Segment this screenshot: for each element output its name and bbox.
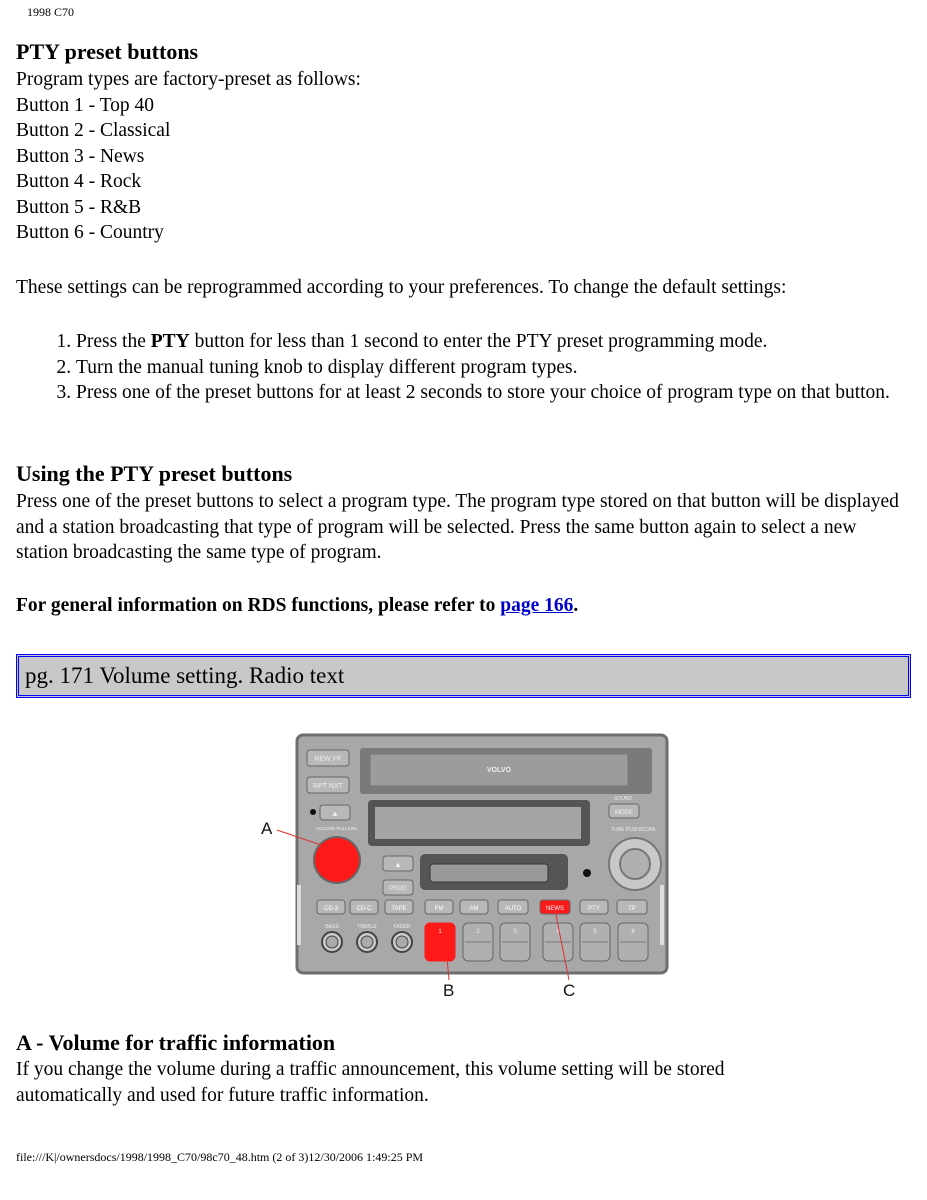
- section-title: A - Volume for traffic information: [16, 1030, 336, 1055]
- preset-item: Button 5 - R&B: [16, 196, 142, 218]
- callout-a: A: [261, 819, 273, 838]
- knob-label: TREBLE: [357, 924, 377, 930]
- rpt-nxt-label: RPT NXT: [313, 783, 344, 790]
- svg-text:MODE: MODE: [615, 810, 633, 816]
- preset-item: Button 4 - Rock: [16, 171, 142, 192]
- radio-button-label: CD-C: [357, 906, 373, 912]
- brand-logo: VOLVO: [487, 767, 512, 774]
- radio-button-label: AUTO: [505, 906, 522, 912]
- preset-item: Button 2 - Classical: [16, 120, 171, 141]
- section-title: PTY preset buttons: [16, 39, 199, 64]
- document-page: 1998 C70 PTY preset buttons Program type…: [0, 0, 927, 1200]
- indicator-dot: [310, 809, 316, 815]
- page-166-link[interactable]: page 166: [500, 595, 573, 616]
- paragraph: If you change the volume during a traffi…: [16, 1059, 725, 1106]
- svg-text:▲: ▲: [394, 860, 402, 869]
- page-header: 1998 C70: [27, 5, 75, 19]
- rds-note: For general information on RDS functions…: [16, 595, 579, 616]
- page-footer: file:///K|/ownersdocs/1998/1998_C70/98c7…: [16, 1150, 424, 1164]
- paragraph: Press one of the preset buttons to selec…: [16, 491, 899, 563]
- svg-text:VOLUME PULL/UNL: VOLUME PULL/UNL: [316, 826, 358, 831]
- preset-item: Button 3 - News: [16, 145, 145, 167]
- steps-list: Press the PTY button for less than 1 sec…: [16, 329, 906, 406]
- preset-item: Button 6 - Country: [16, 222, 164, 243]
- step-item: Press one of the preset buttons for at l…: [76, 380, 906, 406]
- callout-b: B: [443, 981, 454, 1000]
- svg-text:▲: ▲: [331, 809, 339, 818]
- radio-figure: REW FF RPT NXT VOLVO ▲ VOLUME PULL/UNL S…: [261, 733, 669, 1000]
- radio-button-label: AM: [470, 906, 479, 912]
- radio-button-label: FM: [435, 906, 444, 912]
- radio-button-label: PTY: [588, 906, 600, 912]
- svg-text:TUNE PUSH/SCAN: TUNE PUSH/SCAN: [611, 827, 656, 833]
- section-title: Using the PTY preset buttons: [16, 461, 293, 486]
- page-heading-box: pg. 171 Volume setting. Radio text: [16, 654, 911, 698]
- radio-button-label: CD-3: [324, 906, 339, 912]
- step-item: Press the PTY button for less than 1 sec…: [76, 329, 906, 355]
- display-screen: [375, 807, 581, 839]
- svg-text:PROG: PROG: [389, 886, 407, 892]
- rew-ff-label: REW FF: [315, 756, 342, 763]
- callout-c: C: [563, 981, 575, 1000]
- radio-button-label: TAPE: [391, 906, 406, 912]
- tone-knobs: BASS TREBLE FADER: [321, 924, 413, 953]
- volume-knob: [315, 838, 359, 882]
- function-button-row: CD-3 CD-C TAPE FM AM AUTO NEWS PTY TP: [316, 899, 648, 915]
- page-heading: pg. 171 Volume setting. Radio text: [25, 663, 345, 688]
- preset-item: Button 1 - Top 40: [16, 94, 155, 116]
- intro-text: Program types are factory-preset as foll…: [16, 69, 361, 90]
- knob-label: FADER: [394, 924, 411, 930]
- radio-button-label: TP: [628, 906, 636, 912]
- step-item: Turn the manual tuning knob to display d…: [76, 355, 906, 381]
- knob-label: BASS: [325, 924, 339, 930]
- preset-list: Program types are factory-preset as foll…: [16, 67, 361, 246]
- svg-text:SOUND: SOUND: [614, 796, 632, 802]
- paragraph: These settings can be reprogrammed accor…: [16, 277, 787, 298]
